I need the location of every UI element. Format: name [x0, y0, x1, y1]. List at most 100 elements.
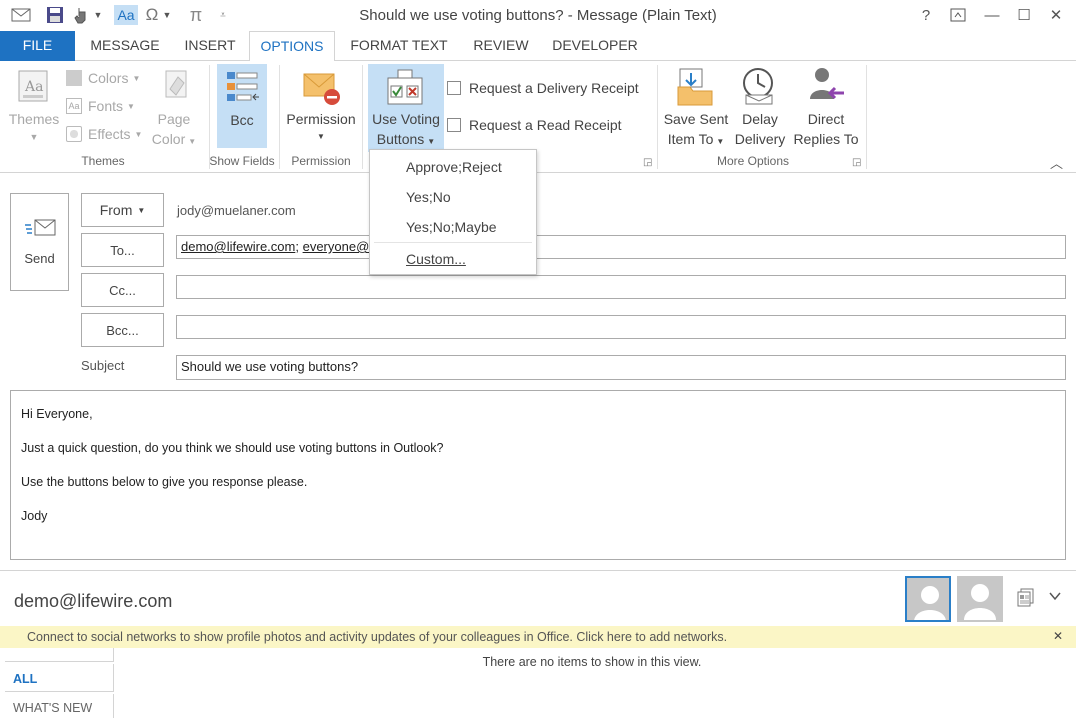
contact-avatar-selected[interactable]	[905, 576, 951, 622]
send-label: Send	[24, 251, 55, 266]
subject-field[interactable]: Should we use voting buttons?	[176, 355, 1066, 380]
menu-item-yes-no-maybe[interactable]: Yes;No;Maybe	[370, 213, 536, 241]
read-receipt-label: Request a Read Receipt	[469, 117, 622, 133]
to-button[interactable]: To...	[81, 233, 164, 267]
page-color-icon[interactable]	[160, 69, 192, 103]
chevron-down-icon: ▼	[29, 132, 39, 142]
voting-label-2: Buttons	[376, 131, 425, 147]
group-divider	[866, 65, 867, 169]
tab-message[interactable]: MESSAGE	[80, 31, 170, 61]
page-color-label-1[interactable]: Page	[146, 109, 202, 129]
chevron-down-icon: ▼	[716, 137, 725, 146]
save-sent-label-1[interactable]: Save Sent	[660, 109, 732, 129]
direct-label-1[interactable]: Direct	[790, 109, 862, 129]
effects-button[interactable]: Effects ▼	[66, 123, 142, 145]
menu-item-approve-reject[interactable]: Approve;Reject	[370, 153, 536, 181]
svg-text:Aa: Aa	[24, 79, 43, 95]
tab-options[interactable]: OPTIONS	[249, 31, 335, 62]
delay-label-1[interactable]: Delay	[730, 109, 790, 129]
body-line: Jody	[21, 509, 48, 523]
delay-label-2[interactable]: Delivery	[730, 129, 790, 149]
collapse-ribbon-icon[interactable]: ︿	[1050, 153, 1063, 172]
checkbox-icon[interactable]	[447, 118, 461, 132]
permission-envelope-icon[interactable]	[302, 69, 342, 109]
close-button[interactable]: ✕	[1044, 4, 1068, 26]
chevron-down-icon: ▼	[188, 137, 197, 146]
bcc-label: Bcc	[230, 112, 254, 128]
show-fields-group-label: Show Fields	[209, 154, 275, 168]
send-button[interactable]: Send	[10, 193, 69, 291]
colors-label: Colors	[88, 70, 129, 86]
body-line: Just a quick question, do you think we s…	[21, 441, 444, 455]
delay-delivery-clock-icon[interactable]	[738, 65, 778, 108]
direct-label-2[interactable]: Replies To	[786, 129, 866, 149]
tab-developer[interactable]: DEVELOPER	[547, 31, 643, 61]
multiple-contacts-icon[interactable]	[1016, 587, 1038, 612]
themes-icon[interactable]: Aa	[17, 69, 51, 103]
cc-field[interactable]	[176, 275, 1066, 299]
fonts-aa-icon: Aa	[66, 98, 82, 114]
tab-file[interactable]: FILE	[0, 31, 75, 61]
delivery-receipt-checkbox[interactable]: Request a Delivery Receipt	[447, 77, 639, 99]
tab-all[interactable]: ALL	[5, 664, 114, 692]
from-address: jody@muelaner.com	[177, 203, 296, 218]
permission-group-label: Permission	[291, 154, 351, 168]
group-divider	[362, 65, 363, 169]
menu-item-yes-no[interactable]: Yes;No	[370, 183, 536, 211]
menu-item-custom[interactable]: Custom...	[370, 245, 536, 273]
minimize-button[interactable]: —	[980, 4, 1004, 26]
contact-avatar[interactable]	[957, 576, 1003, 622]
from-label: From	[99, 202, 133, 218]
message-body[interactable]: Hi Everyone, Just a quick question, do y…	[10, 390, 1066, 560]
tab-all-label: ALL	[13, 672, 38, 686]
colors-button[interactable]: Colors ▼	[66, 67, 140, 89]
fonts-label: Fonts	[88, 98, 124, 114]
voting-buttons-menu: Approve;Reject Yes;No Yes;No;Maybe Custo…	[369, 149, 537, 275]
help-button[interactable]: ?	[914, 4, 938, 26]
chevron-down-icon[interactable]: ▼	[281, 127, 361, 147]
permission-label[interactable]: Permission	[281, 109, 361, 129]
save-sent-folder-icon[interactable]	[676, 67, 716, 110]
recipient-chip[interactable]: everyone@	[303, 239, 370, 254]
recipient-chip[interactable]: demo@lifewire.com	[181, 239, 295, 254]
group-divider	[279, 65, 280, 169]
page-color-button[interactable]: Color ▼	[146, 129, 202, 152]
read-receipt-checkbox[interactable]: Request a Read Receipt	[447, 114, 622, 136]
people-pane-contact[interactable]: demo@lifewire.com	[14, 591, 172, 612]
bcc-field[interactable]	[176, 315, 1066, 339]
ribbon-display-options-icon[interactable]	[946, 4, 970, 26]
social-network-infobar[interactable]: Connect to social networks to show profi…	[0, 626, 1076, 648]
more-options-group-label: More Options	[716, 154, 790, 168]
tab-insert[interactable]: INSERT	[176, 31, 244, 61]
expand-people-pane-icon[interactable]	[1048, 589, 1062, 606]
save-sent-button[interactable]: Item To ▼	[660, 129, 732, 152]
direct-replies-person-icon[interactable]	[806, 65, 846, 108]
infobar-close-icon[interactable]: ✕	[1053, 629, 1063, 643]
people-pane-tab-frame	[5, 648, 114, 662]
maximize-button[interactable]: ☐	[1012, 4, 1036, 26]
fonts-button[interactable]: Aa Fonts ▼	[66, 95, 135, 117]
from-button[interactable]: From ▼	[81, 193, 164, 227]
delivery-receipt-label: Request a Delivery Receipt	[469, 80, 639, 96]
title-bar: ▼ Aa Ω ▼ π ⩡ Should we use voting button…	[0, 0, 1076, 31]
tab-format-text[interactable]: FORMAT TEXT	[343, 31, 455, 61]
bcc-field-button[interactable]: Bcc...	[81, 313, 164, 347]
tab-review[interactable]: REVIEW	[462, 31, 540, 61]
themes-button-label[interactable]: Themes	[2, 109, 66, 129]
ribbon-tab-bar: FILE MESSAGE INSERT OPTIONS FORMAT TEXT …	[0, 31, 1076, 62]
bcc-button[interactable]: Bcc	[217, 64, 267, 148]
cc-button[interactable]: Cc...	[81, 273, 164, 307]
group-divider	[657, 65, 658, 169]
more-options-dialog-launcher-icon[interactable]: ◲	[852, 157, 861, 168]
chevron-down-icon: ▼	[132, 73, 141, 83]
to-field[interactable]: demo@lifewire.com; everyone@	[176, 235, 1066, 259]
empty-view-message: There are no items to show in this view.	[482, 655, 702, 669]
checkbox-icon[interactable]	[447, 81, 461, 95]
body-line: Use the buttons below to give you respon…	[21, 475, 308, 489]
infobar-message: Connect to social networks to show profi…	[27, 630, 728, 644]
chevron-down-icon: ▼	[137, 205, 146, 215]
tracking-dialog-launcher-icon[interactable]: ◲	[643, 157, 652, 168]
tab-whats-new[interactable]: WHAT'S NEW	[5, 694, 114, 718]
use-voting-buttons-button[interactable]: Use Voting Buttons ▼	[368, 64, 444, 152]
chevron-down-icon: ▼	[127, 101, 135, 111]
